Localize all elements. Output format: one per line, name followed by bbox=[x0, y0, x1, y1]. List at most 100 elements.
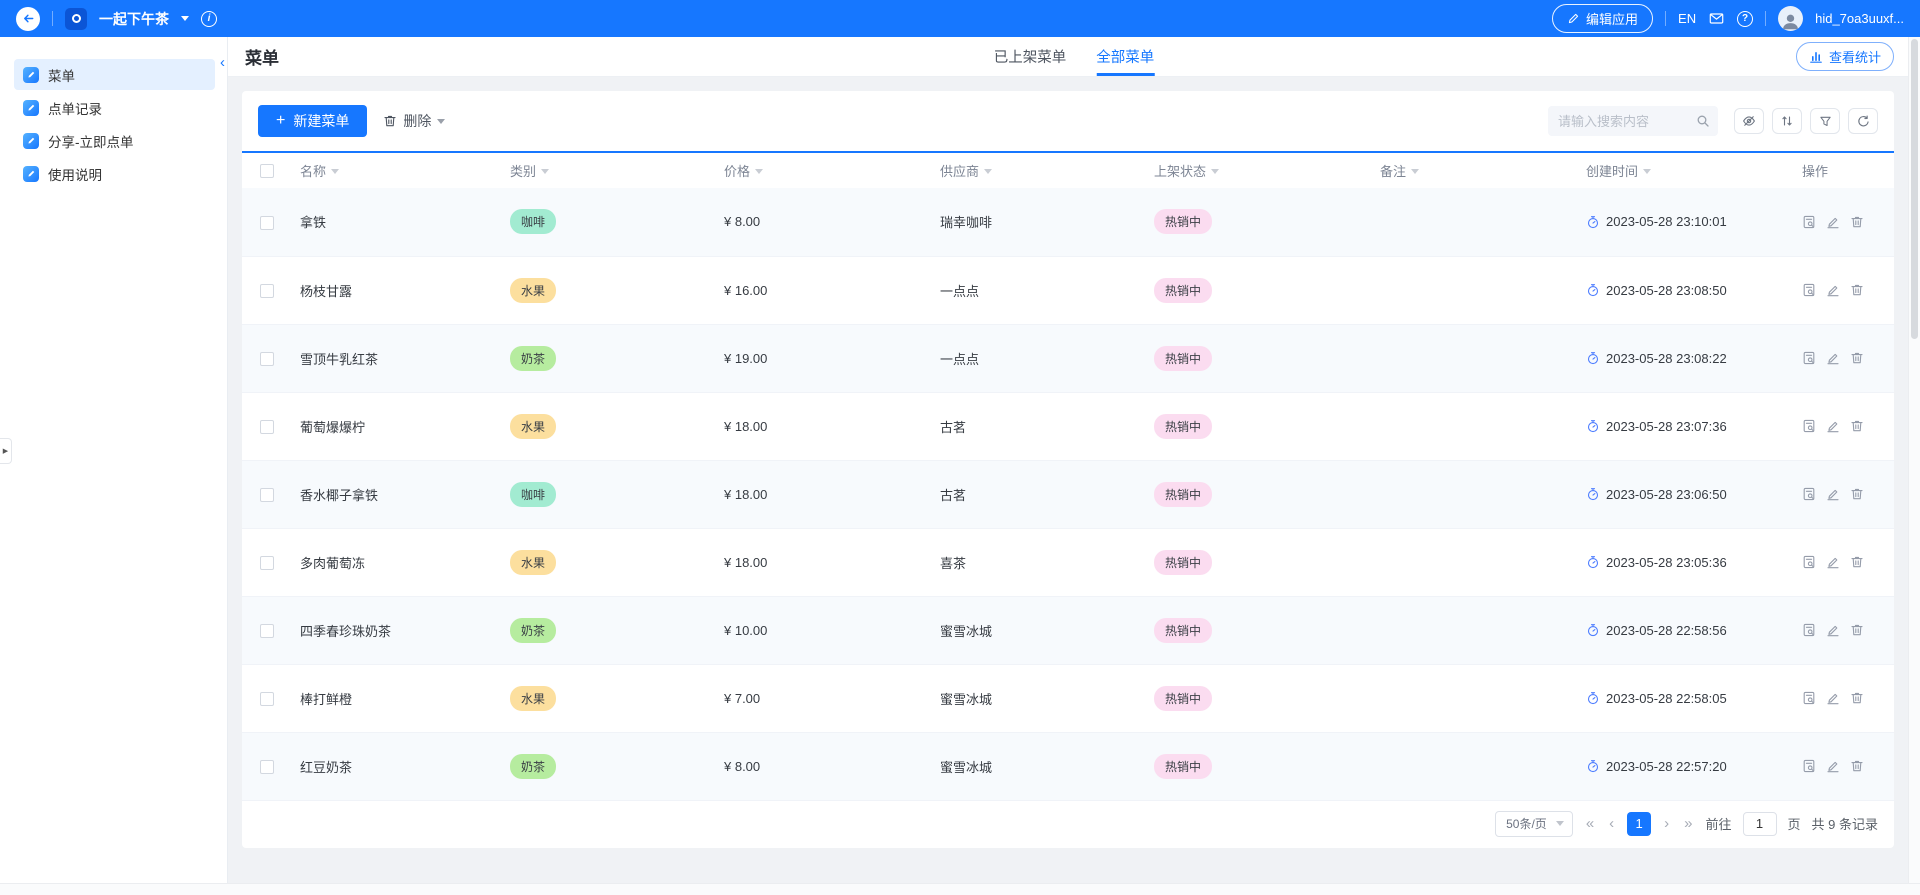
delete-row-icon[interactable] bbox=[1850, 487, 1864, 501]
table-row: 葡萄爆爆柠 水果 ¥ 18.00 古茗 热销中 2023-05-28 23:07… bbox=[242, 392, 1894, 461]
back-button[interactable] bbox=[16, 6, 40, 31]
column-header[interactable]: 价格 bbox=[712, 152, 928, 188]
delete-row-icon[interactable] bbox=[1850, 283, 1864, 297]
view-detail-icon[interactable] bbox=[1802, 351, 1816, 365]
category-badge: 水果 bbox=[510, 277, 557, 303]
horizontal-scrollbar[interactable] bbox=[0, 883, 1920, 895]
page-size-select[interactable]: 50条/页 bbox=[1495, 810, 1573, 837]
edit-icon[interactable] bbox=[1826, 555, 1840, 569]
help-icon[interactable] bbox=[1737, 10, 1754, 27]
sort-caret-icon[interactable] bbox=[1643, 169, 1652, 174]
sort-caret-icon[interactable] bbox=[755, 169, 764, 174]
sidebar-item[interactable]: 点单记录 bbox=[14, 92, 215, 123]
view-detail-icon[interactable] bbox=[1802, 419, 1816, 433]
delete-row-icon[interactable] bbox=[1850, 691, 1864, 705]
sidebar-item[interactable]: 菜单 bbox=[14, 59, 215, 90]
new-menu-button[interactable]: + 新建菜单 bbox=[258, 105, 368, 137]
avatar[interactable] bbox=[1778, 6, 1804, 31]
row-checkbox[interactable] bbox=[260, 283, 274, 298]
column-header-label: 供应商 bbox=[940, 164, 980, 179]
column-header[interactable]: 上架状态 bbox=[1142, 152, 1368, 188]
edit-icon[interactable] bbox=[1826, 351, 1840, 365]
pencil-square-icon bbox=[23, 99, 39, 116]
app-switcher-caret-icon[interactable] bbox=[181, 16, 189, 21]
row-checkbox[interactable] bbox=[260, 487, 274, 502]
info-icon[interactable] bbox=[201, 10, 217, 27]
first-page-button[interactable]: « bbox=[1584, 815, 1596, 832]
sidebar-item[interactable]: 使用说明 bbox=[14, 158, 215, 189]
status-badge: 热销中 bbox=[1154, 413, 1213, 439]
column-header[interactable]: 名称 bbox=[288, 152, 498, 188]
view-detail-icon[interactable] bbox=[1802, 487, 1816, 501]
row-checkbox[interactable] bbox=[260, 419, 274, 434]
mail-icon[interactable] bbox=[1708, 11, 1725, 26]
view-detail-icon[interactable] bbox=[1802, 215, 1816, 229]
sort-caret-icon[interactable] bbox=[1211, 169, 1220, 174]
toggle-columns-button[interactable] bbox=[1734, 108, 1764, 134]
search-input[interactable] bbox=[1548, 106, 1718, 136]
edit-icon[interactable] bbox=[1826, 691, 1840, 705]
last-page-button[interactable]: » bbox=[1682, 815, 1694, 832]
edit-icon[interactable] bbox=[1826, 487, 1840, 501]
edit-icon[interactable] bbox=[1826, 283, 1840, 297]
delete-row-icon[interactable] bbox=[1850, 215, 1864, 229]
row-checkbox[interactable] bbox=[260, 351, 274, 366]
vertical-scrollbar[interactable] bbox=[1908, 37, 1920, 883]
current-page-button[interactable]: 1 bbox=[1627, 811, 1652, 836]
row-checkbox[interactable] bbox=[260, 759, 274, 774]
topbar: 一起下午茶 编辑应用 EN hid_7oa3uuxf... bbox=[0, 0, 1920, 37]
edit-icon[interactable] bbox=[1826, 215, 1840, 229]
goto-page-input[interactable] bbox=[1742, 811, 1777, 836]
row-checkbox[interactable] bbox=[260, 555, 274, 570]
sort-caret-icon[interactable] bbox=[541, 169, 550, 174]
scrollbar-thumb[interactable] bbox=[1911, 39, 1918, 339]
view-detail-icon[interactable] bbox=[1802, 623, 1816, 637]
language-switcher[interactable]: EN bbox=[1678, 11, 1696, 26]
menu-supplier: 蜜雪冰城 bbox=[940, 623, 993, 639]
column-header[interactable]: 创建时间 bbox=[1574, 152, 1790, 188]
sidebar-collapse-icon[interactable]: ‹ bbox=[220, 55, 225, 70]
delete-row-icon[interactable] bbox=[1850, 351, 1864, 365]
column-header[interactable]: 操作 bbox=[1790, 152, 1894, 188]
tab[interactable]: 已上架菜单 bbox=[994, 37, 1067, 76]
sort-caret-icon[interactable] bbox=[984, 169, 993, 174]
sort-button[interactable] bbox=[1772, 108, 1802, 134]
created-time: 2023-05-28 22:58:56 bbox=[1606, 622, 1727, 638]
view-detail-icon[interactable] bbox=[1802, 759, 1816, 773]
column-header[interactable]: 供应商 bbox=[928, 152, 1142, 188]
view-detail-icon[interactable] bbox=[1802, 555, 1816, 569]
filter-button[interactable] bbox=[1810, 108, 1840, 134]
column-header[interactable]: 备注 bbox=[1368, 152, 1574, 188]
created-time: 2023-05-28 23:07:36 bbox=[1606, 418, 1727, 434]
sidebar-item-label: 使用说明 bbox=[48, 167, 102, 183]
row-checkbox[interactable] bbox=[260, 215, 274, 230]
delete-button[interactable]: 删除 bbox=[383, 111, 446, 131]
username: hid_7oa3uuxf... bbox=[1815, 11, 1904, 26]
row-checkbox[interactable] bbox=[260, 623, 274, 638]
panel-expand-handle[interactable]: ▶ bbox=[0, 438, 12, 464]
edit-icon[interactable] bbox=[1826, 759, 1840, 773]
next-page-button[interactable]: › bbox=[1662, 815, 1671, 832]
view-stats-button[interactable]: 查看统计 bbox=[1795, 42, 1894, 71]
column-header[interactable]: 类别 bbox=[498, 152, 712, 188]
row-checkbox[interactable] bbox=[260, 691, 274, 706]
delete-row-icon[interactable] bbox=[1850, 759, 1864, 773]
sidebar-item[interactable]: 分享-立即点单 bbox=[14, 125, 215, 156]
view-detail-icon[interactable] bbox=[1802, 691, 1816, 705]
delete-row-icon[interactable] bbox=[1850, 623, 1864, 637]
category-badge: 水果 bbox=[510, 549, 557, 575]
tab[interactable]: 全部菜单 bbox=[1096, 37, 1155, 76]
refresh-button[interactable] bbox=[1848, 108, 1878, 134]
select-all-checkbox[interactable] bbox=[260, 164, 274, 179]
view-detail-icon[interactable] bbox=[1802, 283, 1816, 297]
delete-row-icon[interactable] bbox=[1850, 555, 1864, 569]
edit-icon[interactable] bbox=[1826, 419, 1840, 433]
prev-page-button[interactable]: ‹ bbox=[1607, 815, 1616, 832]
sort-caret-icon[interactable] bbox=[331, 169, 340, 174]
status-badge: 热销中 bbox=[1154, 753, 1213, 779]
delete-row-icon[interactable] bbox=[1850, 419, 1864, 433]
edit-icon[interactable] bbox=[1826, 623, 1840, 637]
edit-app-button[interactable]: 编辑应用 bbox=[1552, 4, 1654, 33]
sort-caret-icon[interactable] bbox=[1411, 169, 1420, 174]
menu-supplier: 蜜雪冰城 bbox=[940, 691, 993, 707]
